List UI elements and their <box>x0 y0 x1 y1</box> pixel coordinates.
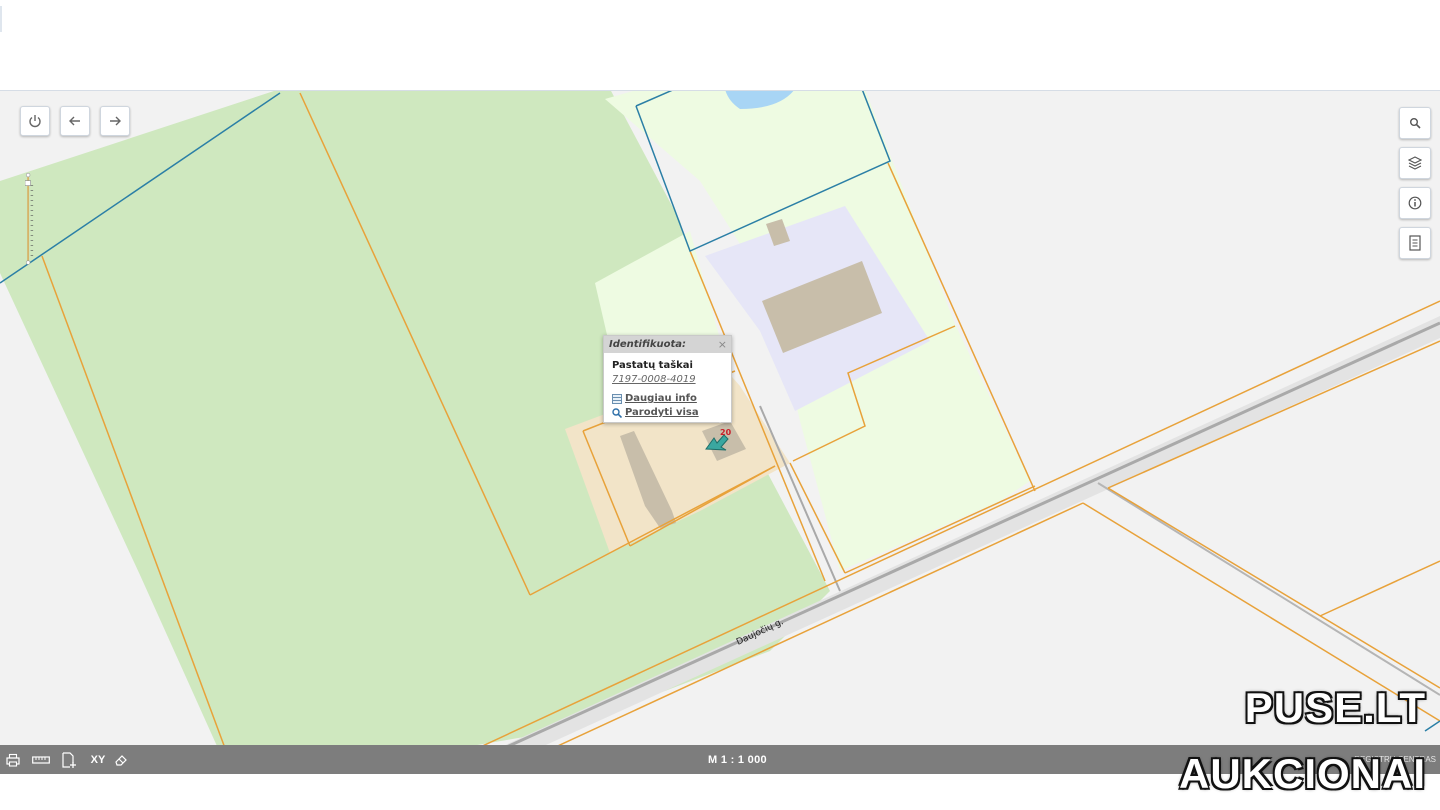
layers-button[interactable] <box>1399 147 1431 179</box>
measure-button[interactable] <box>31 751 51 769</box>
more-info-label: Daugiau info <box>625 393 697 404</box>
arrow-right-icon <box>110 116 121 126</box>
power-icon <box>29 115 41 128</box>
print-icon <box>6 753 20 767</box>
map-view[interactable]: Daujočių g. 20 Identifikuota: × Pastatų … <box>0 90 1440 774</box>
map-scale: M 1 : 1 000 <box>708 754 767 766</box>
popup-close-button[interactable]: × <box>718 336 727 353</box>
forward-button[interactable] <box>100 106 130 136</box>
popup-header: Identifikuota: × <box>604 336 731 353</box>
table-icon <box>612 394 622 404</box>
add-document-icon <box>62 752 76 768</box>
ruler-icon <box>32 756 50 764</box>
search-button[interactable] <box>1399 107 1431 139</box>
more-info-link[interactable]: Daugiau info <box>612 392 731 406</box>
document-button[interactable] <box>1399 227 1431 259</box>
zoom-handle[interactable] <box>25 180 31 186</box>
search-icon <box>1410 118 1421 129</box>
watermark-line-2: AUKCIONAI <box>1179 750 1426 797</box>
building-number-label: 20 <box>720 428 732 437</box>
popup-pointer <box>715 409 727 423</box>
eraser-button[interactable] <box>113 751 129 769</box>
zoom-icon <box>612 408 622 418</box>
popup-header-label: Identifikuota: <box>609 339 687 350</box>
add-document-button[interactable] <box>60 751 78 769</box>
back-button[interactable] <box>60 106 90 136</box>
popup-object-id-link[interactable]: 7197-0008-4019 <box>612 373 731 386</box>
top-strip-divider <box>0 6 2 32</box>
info-button[interactable] <box>1399 187 1431 219</box>
popup-title: Pastatų taškai <box>612 360 693 371</box>
power-button[interactable] <box>20 106 50 136</box>
document-icon <box>1409 235 1421 251</box>
xy-button[interactable]: XY <box>88 751 108 769</box>
watermark-line-1: PUSE.LT <box>1244 684 1426 731</box>
info-icon <box>1408 196 1422 210</box>
print-button[interactable] <box>5 751 21 769</box>
map-canvas[interactable]: Daujočių g. 20 <box>0 91 1440 774</box>
eraser-icon <box>115 755 127 766</box>
top-white-strip <box>0 0 1440 90</box>
show-all-label: Parodyti visa <box>625 407 699 418</box>
arrow-left-icon <box>69 116 80 126</box>
zoom-slider[interactable] <box>25 147 35 293</box>
layers-icon <box>1408 156 1422 170</box>
